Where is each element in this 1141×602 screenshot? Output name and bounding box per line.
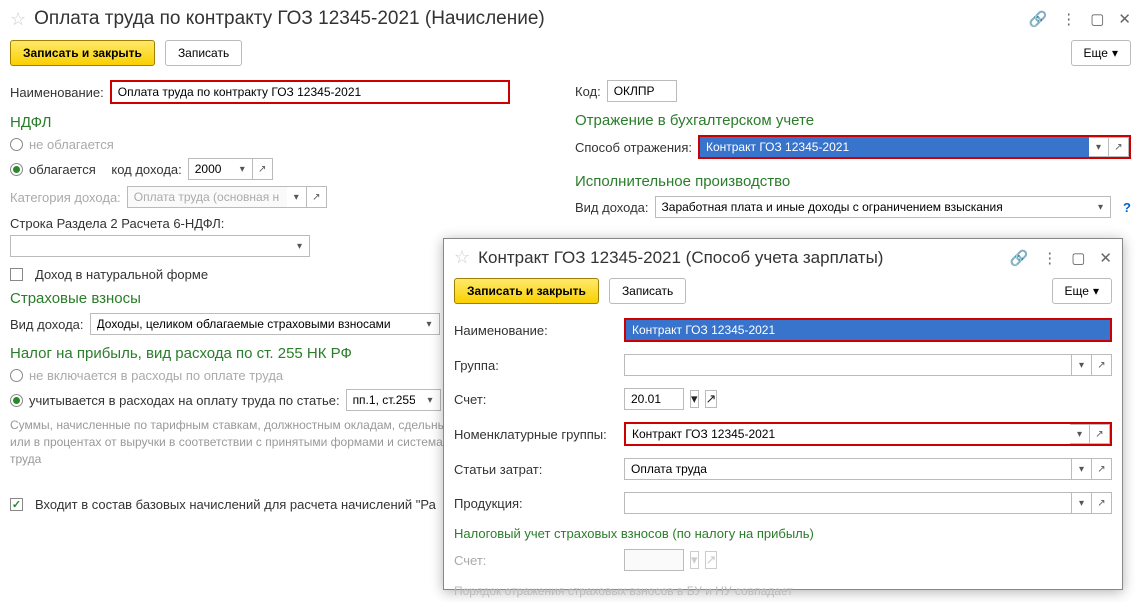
dlg-footer-note: Порядок отражения страховых взносов в БУ… <box>454 583 964 600</box>
radio-not-taxed[interactable]: не облагается <box>10 137 545 152</box>
dlg-group-label: Группа: <box>454 358 624 373</box>
radio-taxed[interactable]: облагается код дохода: ▾ ↗ <box>10 158 545 180</box>
income-code-combo[interactable]: ▾ ↗ <box>188 158 273 180</box>
name-input[interactable] <box>110 80 510 104</box>
dropdown-icon[interactable]: ▾ <box>1072 458 1092 480</box>
dropdown-icon[interactable]: ▾ <box>1072 354 1092 376</box>
dlg-cost-combo[interactable]: ▾ ↗ <box>624 458 1112 480</box>
link-icon[interactable]: 🔗 <box>1029 10 1048 28</box>
open-icon: ↗ <box>307 186 327 208</box>
dropdown-icon: ▾ <box>690 551 699 569</box>
insurance-type-combo[interactable]: ▾ <box>90 313 440 335</box>
dlg-product-combo[interactable]: ▾ ↗ <box>624 492 1112 514</box>
dlg-nomen-combo[interactable]: ▾ ↗ <box>624 422 1112 446</box>
ndfl-header: НДФЛ <box>10 114 545 131</box>
accounting-header: Отражение в бухгалтерском учете <box>575 112 1131 129</box>
dlg-tax-account-label: Счет: <box>454 553 624 568</box>
open-icon[interactable]: ↗ <box>1092 492 1112 514</box>
kebab-icon[interactable]: ⋮ <box>1042 249 1057 267</box>
titlebar: ☆ Оплата труда по контракту ГОЗ 12345-20… <box>10 8 1131 30</box>
profit-article-combo[interactable]: ▾ <box>346 389 441 411</box>
close-icon[interactable]: ✕ <box>1118 10 1131 28</box>
exec-header: Исполнительное производство <box>575 173 1131 190</box>
open-icon[interactable]: ↗ <box>705 390 718 408</box>
kebab-icon[interactable]: ⋮ <box>1061 10 1076 28</box>
open-icon[interactable]: ↗ <box>1090 424 1110 444</box>
favorite-star-icon[interactable]: ☆ <box>454 247 470 268</box>
window-controls: 🔗 ⋮ ▢ ✕ <box>1029 10 1131 28</box>
form-title: Оплата труда по контракту ГОЗ 12345-2021… <box>34 8 1028 30</box>
dropdown-icon[interactable]: ▾ <box>1070 424 1090 444</box>
natural-income-checkbox[interactable] <box>10 268 23 281</box>
dropdown-icon[interactable]: ▾ <box>233 158 253 180</box>
favorite-star-icon[interactable]: ☆ <box>10 9 26 30</box>
dropdown-icon[interactable]: ▾ <box>1089 137 1109 157</box>
salary-accounting-dialog: ☆ Контракт ГОЗ 12345-2021 (Способ учета … <box>443 238 1123 590</box>
income-category-combo: ▾ ↗ <box>127 186 327 208</box>
maximize-icon[interactable]: ▢ <box>1090 10 1104 28</box>
method-label: Способ отражения: <box>575 140 692 155</box>
dlg-name-field[interactable] <box>624 318 1112 342</box>
name-label: Наименование: <box>10 85 104 100</box>
dialog-title: Контракт ГОЗ 12345-2021 (Способ учета за… <box>478 248 1009 268</box>
dropdown-icon[interactable]: ▾ <box>1091 196 1111 218</box>
exec-type-combo[interactable]: ▾ <box>655 196 1112 218</box>
open-icon[interactable]: ↗ <box>253 158 273 180</box>
dropdown-icon[interactable]: ▾ <box>421 389 441 411</box>
open-icon: ↗ <box>705 551 718 569</box>
open-icon[interactable]: ↗ <box>1092 458 1112 480</box>
link-icon[interactable]: 🔗 <box>1010 249 1029 267</box>
dropdown-icon[interactable]: ▾ <box>690 390 699 408</box>
maximize-icon[interactable]: ▢ <box>1071 249 1085 267</box>
dialog-toolbar: Записать и закрыть Записать Еще ▾ <box>454 278 1112 304</box>
dlg-tax-account-combo: ▾ ↗ <box>624 549 717 571</box>
dlg-account-combo[interactable]: ▾ ↗ <box>624 388 717 410</box>
dropdown-icon[interactable]: ▾ <box>1072 492 1092 514</box>
chevron-down-icon: ▾ <box>1112 46 1118 60</box>
open-icon[interactable]: ↗ <box>1109 137 1129 157</box>
reflection-method-combo[interactable]: ▾ ↗ <box>698 135 1131 159</box>
save-button[interactable]: Записать <box>165 40 242 66</box>
more-button[interactable]: Еще ▾ <box>1071 40 1131 66</box>
open-icon[interactable]: ↗ <box>1092 354 1112 376</box>
base-accrual-checkbox[interactable] <box>10 498 23 511</box>
dropdown-icon[interactable]: ▾ <box>420 313 440 335</box>
save-and-close-button[interactable]: Записать и закрыть <box>10 40 155 66</box>
dialog-save-button[interactable]: Записать <box>609 278 686 304</box>
dlg-tax-section: Налоговый учет страховых взносов (по нал… <box>454 526 1112 541</box>
code-input[interactable] <box>607 80 677 102</box>
close-icon[interactable]: ✕ <box>1099 249 1112 267</box>
dialog-save-and-close-button[interactable]: Записать и закрыть <box>454 278 599 304</box>
dlg-cost-label: Статьи затрат: <box>454 462 624 477</box>
dlg-nomen-label: Номенклатурные группы: <box>454 427 624 442</box>
category-label: Категория дохода: <box>10 190 121 205</box>
section2-label: Строка Раздела 2 Расчета 6-НДФЛ: <box>10 216 545 231</box>
dlg-product-label: Продукция: <box>454 496 624 511</box>
dialog-titlebar: ☆ Контракт ГОЗ 12345-2021 (Способ учета … <box>454 247 1112 268</box>
section2-combo[interactable]: ▾ <box>10 235 310 257</box>
dropdown-icon[interactable]: ▾ <box>290 235 310 257</box>
chevron-down-icon: ▾ <box>1093 284 1099 298</box>
dlg-group-combo[interactable]: ▾ ↗ <box>624 354 1112 376</box>
toolbar: Записать и закрыть Записать Еще ▾ <box>10 40 1131 66</box>
dlg-account-label: Счет: <box>454 392 624 407</box>
dropdown-icon: ▾ <box>287 186 307 208</box>
insurance-type-label: Вид дохода: <box>10 317 84 332</box>
help-icon[interactable]: ? <box>1123 200 1131 215</box>
dlg-name-label: Наименование: <box>454 323 624 338</box>
dialog-window-controls: 🔗 ⋮ ▢ ✕ <box>1010 249 1112 267</box>
exec-type-label: Вид дохода: <box>575 200 649 215</box>
code-label: Код: <box>575 84 601 99</box>
dialog-more-button[interactable]: Еще ▾ <box>1052 278 1112 304</box>
